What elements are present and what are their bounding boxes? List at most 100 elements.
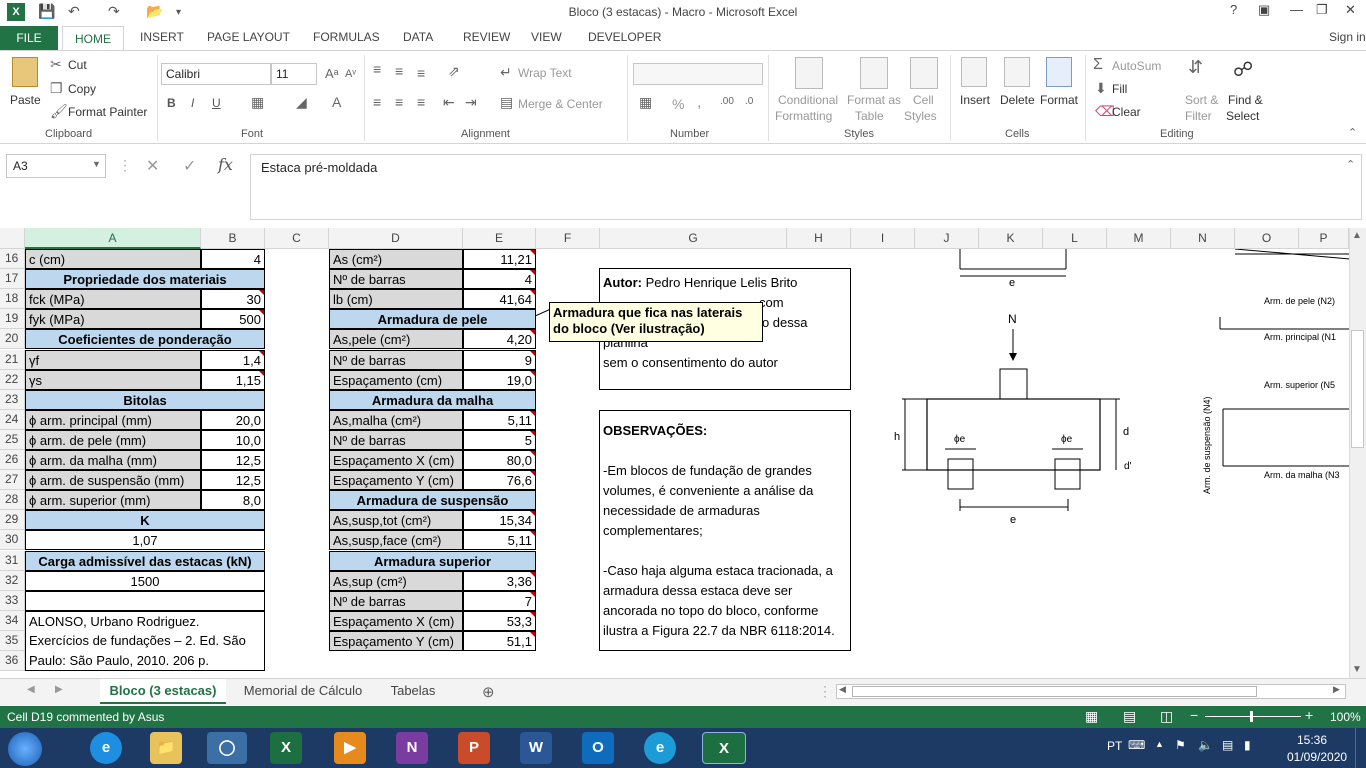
cell-value[interactable]: 76,6: [463, 470, 536, 491]
excel-active-window-icon[interactable]: X: [702, 732, 746, 764]
row-header[interactable]: 29: [0, 510, 25, 531]
clock-time[interactable]: 15:36: [1297, 733, 1327, 747]
font-name-select[interactable]: Calibri: [161, 63, 271, 85]
cell-styles-label[interactable]: Cell: [913, 93, 934, 107]
sheet-tab-tabelas[interactable]: Tabelas: [380, 679, 446, 704]
column-header[interactable]: F: [536, 228, 600, 249]
tab-developer[interactable]: DEVELOPER: [588, 30, 661, 44]
formula-input[interactable]: Estaca pré-moldada: [250, 154, 1362, 220]
format-painter-icon[interactable]: 🖌: [50, 103, 68, 120]
merge-icon[interactable]: ▤: [500, 94, 513, 111]
column-header[interactable]: P: [1299, 228, 1349, 249]
section-header[interactable]: Armadura de suspensão: [329, 490, 536, 511]
row-header[interactable]: 27: [0, 470, 25, 491]
tab-home[interactable]: HOME: [62, 26, 124, 51]
decrease-indent-icon[interactable]: ⇤: [443, 94, 455, 111]
reference-text[interactable]: ALONSO, Urbano Rodriguez.: [25, 610, 265, 631]
cell-value[interactable]: 4: [201, 249, 265, 269]
column-header[interactable]: E: [463, 228, 536, 249]
tab-insert[interactable]: INSERT: [140, 30, 184, 44]
normal-view-icon[interactable]: ▦: [1085, 708, 1098, 725]
bold-button[interactable]: B: [167, 96, 176, 110]
ribbon-display-icon[interactable]: ▣: [1258, 2, 1270, 18]
row-header[interactable]: 26: [0, 450, 25, 470]
horizontal-scroll-thumb[interactable]: [852, 686, 1257, 697]
cell-value[interactable]: 3,36: [463, 570, 536, 591]
scroll-up-icon[interactable]: ▲: [1352, 230, 1362, 241]
cell-value[interactable]: 51,1: [463, 630, 536, 651]
row-header[interactable]: 19: [0, 309, 25, 330]
row-header[interactable]: 23: [0, 389, 25, 410]
cell-label[interactable]: Espaçamento X (cm): [329, 610, 463, 631]
cell-value[interactable]: 11,21: [463, 249, 536, 269]
delete-cells-icon[interactable]: [1004, 57, 1030, 87]
borders-icon[interactable]: ▦: [251, 94, 264, 111]
cell-value[interactable]: 30: [201, 289, 265, 310]
add-sheet-icon[interactable]: ⊕: [482, 683, 495, 701]
cell-label[interactable]: Nº de barras: [329, 349, 463, 370]
volume-icon[interactable]: 🔈: [1198, 738, 1213, 752]
row-header[interactable]: 16: [0, 249, 25, 269]
cell-label[interactable]: ϕ arm. de pele (mm): [25, 429, 201, 450]
underline-button[interactable]: U: [212, 96, 221, 110]
section-header[interactable]: Carga admissível das estacas (kN): [25, 550, 265, 571]
number-format-select[interactable]: [633, 63, 763, 85]
cell-value[interactable]: 1500: [25, 570, 265, 591]
cell-value[interactable]: 80,0: [463, 450, 536, 470]
column-header[interactable]: M: [1107, 228, 1171, 249]
wrap-text-icon[interactable]: ↵: [500, 64, 512, 81]
align-center-icon[interactable]: ≡: [395, 94, 403, 110]
row-header[interactable]: 20: [0, 329, 25, 350]
percent-button[interactable]: %: [672, 96, 684, 112]
column-header[interactable]: L: [1043, 228, 1107, 249]
section-header[interactable]: K: [25, 510, 265, 531]
cell-label[interactable]: As,susp,tot (cm²): [329, 510, 463, 531]
flag-icon[interactable]: ⚑: [1175, 738, 1186, 752]
tab-view[interactable]: VIEW: [531, 30, 562, 44]
orientation-icon[interactable]: ⇗: [448, 63, 460, 80]
row-header[interactable]: 25: [0, 429, 25, 450]
outlook-icon[interactable]: O: [582, 732, 614, 764]
format-as-table-label[interactable]: Format as: [847, 93, 901, 107]
chrome-icon[interactable]: ◯: [207, 732, 247, 764]
cell-label[interactable]: Espaçamento (cm): [329, 369, 463, 390]
scroll-down-icon[interactable]: ▼: [1352, 664, 1362, 675]
column-header[interactable]: O: [1235, 228, 1299, 249]
next-sheet-icon[interactable]: ▶: [55, 684, 63, 695]
sheet-tab-bloco[interactable]: Bloco (3 estacas): [100, 679, 226, 704]
sort-filter-label[interactable]: Sort &: [1185, 93, 1218, 107]
reference-text[interactable]: Paulo: São Paulo, 2010. 206 p.: [25, 651, 265, 671]
help-button[interactable]: ?: [1230, 2, 1237, 17]
internet-explorer-icon[interactable]: e: [90, 732, 122, 764]
cell-label[interactable]: As (cm²): [329, 249, 463, 269]
restore-button[interactable]: ❐: [1316, 2, 1328, 18]
find-select-label[interactable]: Find &: [1228, 93, 1263, 107]
worksheet-grid[interactable]: A B C D E F G H I J K L M N O P 16 17 18 19…: [0, 228, 1366, 678]
vertical-scroll-thumb[interactable]: [1351, 330, 1364, 448]
zoom-in-icon[interactable]: +: [1305, 707, 1313, 723]
find-select-icon[interactable]: ☍: [1233, 57, 1253, 82]
insert-function-icon[interactable]: fx: [218, 155, 233, 174]
word-icon[interactable]: W: [520, 732, 552, 764]
cell-value[interactable]: 4,20: [463, 329, 536, 350]
section-header[interactable]: Bitolas: [25, 389, 265, 410]
cell-label[interactable]: Espaçamento Y (cm): [329, 470, 463, 491]
cell-value[interactable]: 1,4: [201, 349, 265, 370]
column-header[interactable]: H: [787, 228, 851, 249]
column-header[interactable]: G: [600, 228, 787, 249]
tab-review[interactable]: REVIEW: [463, 30, 510, 44]
sheet-tab-memorial[interactable]: Memorial de Cálculo: [230, 679, 376, 704]
align-left-icon[interactable]: ≡: [373, 94, 381, 110]
row-header[interactable]: 35: [0, 630, 25, 651]
cut-button[interactable]: Cut: [68, 58, 87, 72]
row-header[interactable]: 31: [0, 550, 25, 571]
cell-label[interactable]: fck (MPa): [25, 289, 201, 310]
row-header[interactable]: 28: [0, 490, 25, 511]
network-icon[interactable]: ▤: [1222, 738, 1233, 752]
collapse-ribbon-icon[interactable]: ⌃: [1348, 126, 1357, 139]
cell-value[interactable]: 4: [463, 269, 536, 290]
cell-label[interactable]: As,pele (cm²): [329, 329, 463, 350]
page-layout-view-icon[interactable]: ▤: [1123, 708, 1136, 725]
cell-label[interactable]: As,susp,face (cm²): [329, 530, 463, 551]
paste-icon[interactable]: [12, 57, 38, 87]
